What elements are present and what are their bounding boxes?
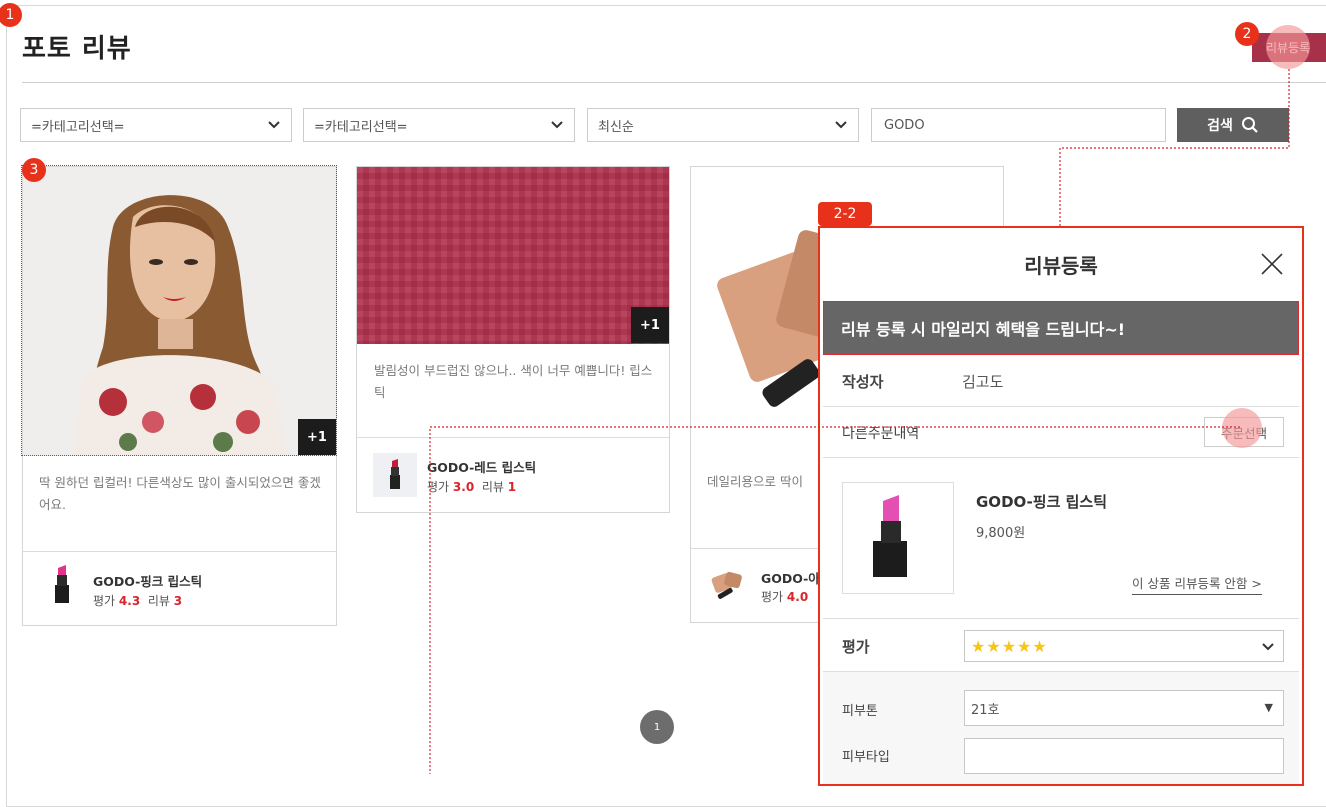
rating-value: 4.0 — [786, 590, 809, 604]
author-value: 김고도 — [962, 373, 1004, 391]
product-name[interactable]: GODO-레드 립스틱 — [427, 457, 536, 476]
no-review-link[interactable]: 이 상품 리뷰등록 안함 > — [1132, 573, 1262, 595]
product-name[interactable]: GODO-아 — [761, 568, 820, 587]
rating-label: 평가 — [761, 590, 784, 604]
skin-type-input[interactable] — [964, 738, 1284, 774]
pink-lipstick-image — [873, 495, 907, 577]
rating-stars: ★★★★★ — [971, 636, 1048, 656]
search-input-value: GODO — [884, 117, 925, 133]
modal-title: 리뷰등록 — [1024, 254, 1098, 278]
pink-lipstick-thumbnail — [55, 565, 69, 603]
skin-type-label: 피부타입 — [842, 750, 890, 765]
review-count: 3 — [173, 594, 183, 608]
product-image-box — [842, 482, 954, 594]
review-card[interactable]: +1 발림성이 부드럽진 않으나.. 색이 너무 예쁩니다! 립스틱 GODO-… — [356, 166, 670, 513]
dropdown-arrow-icon: ▼ — [1264, 701, 1273, 714]
category-select-2-value: =카테고리선택= — [314, 119, 408, 135]
banner-highlight — [823, 301, 1299, 355]
chevron-down-icon — [551, 121, 563, 129]
skin-tone-label: 피부톤 — [842, 704, 878, 719]
card-divider — [23, 551, 336, 552]
skin-tone-select[interactable]: 21호 ▼ — [964, 690, 1284, 726]
product-name[interactable]: GODO-핑크 립스틱 — [93, 571, 202, 590]
card-divider — [357, 437, 669, 438]
extra-photo-count: +1 — [631, 307, 669, 343]
search-button-label: 검색 — [1207, 118, 1233, 134]
touch-indicator — [1266, 25, 1310, 69]
close-icon[interactable] — [1260, 252, 1284, 276]
rating-value: 4.3 — [118, 594, 141, 608]
red-lipstick-thumbnail — [373, 453, 417, 497]
annotation-marker-2: 2 — [1235, 22, 1259, 46]
category-select-1[interactable]: =카테고리선택= — [20, 108, 292, 142]
product-rating: 평가 4.0 — [761, 588, 808, 605]
sort-select-value: 최신순 — [598, 119, 634, 135]
rating-label: 평가 — [842, 638, 870, 656]
review-count: 1 — [507, 480, 517, 494]
rating-select[interactable]: ★★★★★ — [964, 630, 1284, 662]
title-divider — [22, 82, 1326, 83]
review-text: 딱 원하던 립컬러! 다른색상도 많이 출시되었으면 좋겠어요. — [39, 475, 321, 512]
search-icon — [1241, 117, 1258, 133]
category-select-1-value: =카테고리선택= — [31, 119, 125, 135]
rating-value: 3.0 — [452, 480, 475, 494]
lipstick-icon — [390, 459, 400, 489]
skin-tone-value: 21호 — [971, 702, 1000, 718]
modal-divider — [823, 406, 1299, 407]
chevron-down-icon — [268, 121, 280, 129]
review-count-label: 리뷰 — [481, 480, 504, 494]
rating-label: 평가 — [427, 480, 450, 494]
modal-divider — [823, 618, 1299, 619]
review-text: 발림성이 부드럽진 않으나.. 색이 너무 예쁩니다! 립스틱 — [374, 363, 653, 400]
review-register-modal: 리뷰등록 리뷰 등록 시 마일리지 혜택을 드립니다~! 작성자 김고도 다른주… — [818, 226, 1304, 786]
author-label: 작성자 — [842, 373, 884, 391]
review-count-label: 리뷰 — [147, 594, 170, 608]
pagination-page-1[interactable]: 1 — [640, 710, 674, 744]
modal-divider — [823, 457, 1299, 458]
order-history-label: 다른주문내역 — [842, 426, 920, 442]
sort-select[interactable]: 최신순 — [587, 108, 859, 142]
modal-product-price: 9,800원 — [976, 526, 1026, 541]
category-select-2[interactable]: =카테고리선택= — [303, 108, 575, 142]
chevron-down-icon — [835, 121, 847, 129]
annotation-marker-3: 3 — [22, 158, 46, 182]
photo-highlight — [21, 165, 337, 456]
chevron-down-icon — [1262, 643, 1274, 651]
rating-label: 평가 — [93, 594, 116, 608]
red-texture-image — [357, 167, 669, 344]
product-rating: 평가 3.0 리뷰 1 — [427, 478, 516, 495]
product-rating: 평가 4.3 리뷰 3 — [93, 592, 182, 609]
search-input[interactable]: GODO — [871, 108, 1166, 142]
page-title: 포토 리뷰 — [22, 34, 132, 64]
touch-indicator — [1222, 408, 1262, 448]
search-button[interactable]: 검색 — [1177, 108, 1289, 142]
modal-product-name: GODO-핑크 립스틱 — [976, 493, 1107, 511]
review-photo[interactable] — [357, 167, 669, 344]
annotation-marker-2-2: 2-2 — [818, 202, 872, 226]
eyeshadow-thumbnail — [711, 571, 742, 599]
